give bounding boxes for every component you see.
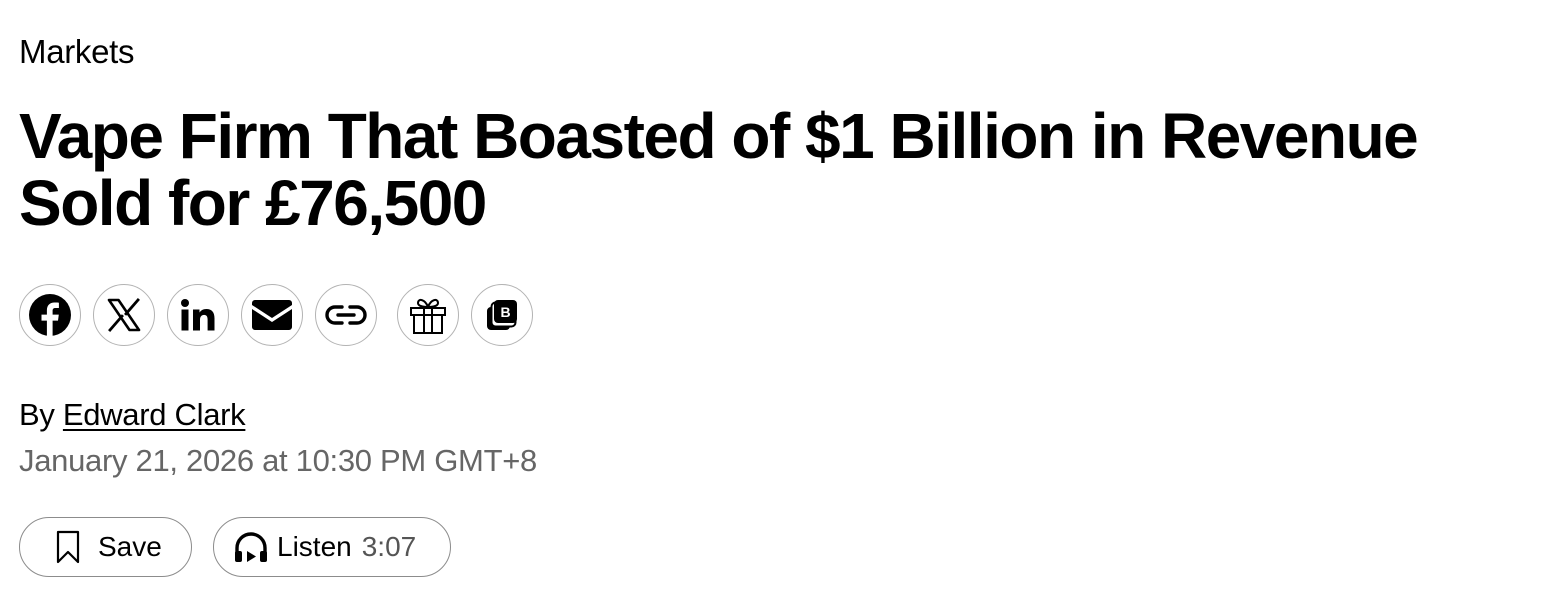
save-label: Save xyxy=(98,531,162,562)
bookmark-icon xyxy=(56,530,80,564)
listen-label: Listen xyxy=(277,531,352,562)
gift-article-button[interactable] xyxy=(397,284,459,346)
headphones-icon xyxy=(233,530,269,564)
author-link[interactable]: Edward Clark xyxy=(63,397,246,432)
copy-link-button[interactable] xyxy=(315,284,377,346)
headline: Vape Firm That Boasted of $1 Billion in … xyxy=(19,100,1419,239)
terminal-share-button[interactable]: B xyxy=(471,284,533,346)
email-icon xyxy=(252,300,292,330)
listen-duration: 3:07 xyxy=(361,531,417,562)
byline: By Edward Clark xyxy=(19,396,246,434)
share-email-button[interactable] xyxy=(241,284,303,346)
bloomberg-terminal-icon: B xyxy=(487,300,517,330)
listen-button[interactable]: Listen 3:07 xyxy=(213,517,451,577)
article-actions: Save Listen 3:07 xyxy=(19,517,451,577)
facebook-icon xyxy=(29,294,71,337)
section-link[interactable]: Markets xyxy=(19,32,135,72)
terminal-glyph: B xyxy=(500,304,510,320)
save-button[interactable]: Save xyxy=(19,517,192,577)
share-linkedin-button[interactable] xyxy=(167,284,229,346)
share-x-button[interactable] xyxy=(93,284,155,346)
x-icon xyxy=(107,298,141,332)
link-icon xyxy=(325,305,367,325)
linkedin-icon xyxy=(181,299,215,331)
byline-prefix: By xyxy=(19,397,55,432)
gift-icon xyxy=(410,298,446,334)
share-facebook-button[interactable] xyxy=(19,284,81,346)
share-bar: B xyxy=(19,284,533,348)
publish-timestamp: January 21, 2026 at 10:30 PM GMT+8 xyxy=(19,443,537,478)
